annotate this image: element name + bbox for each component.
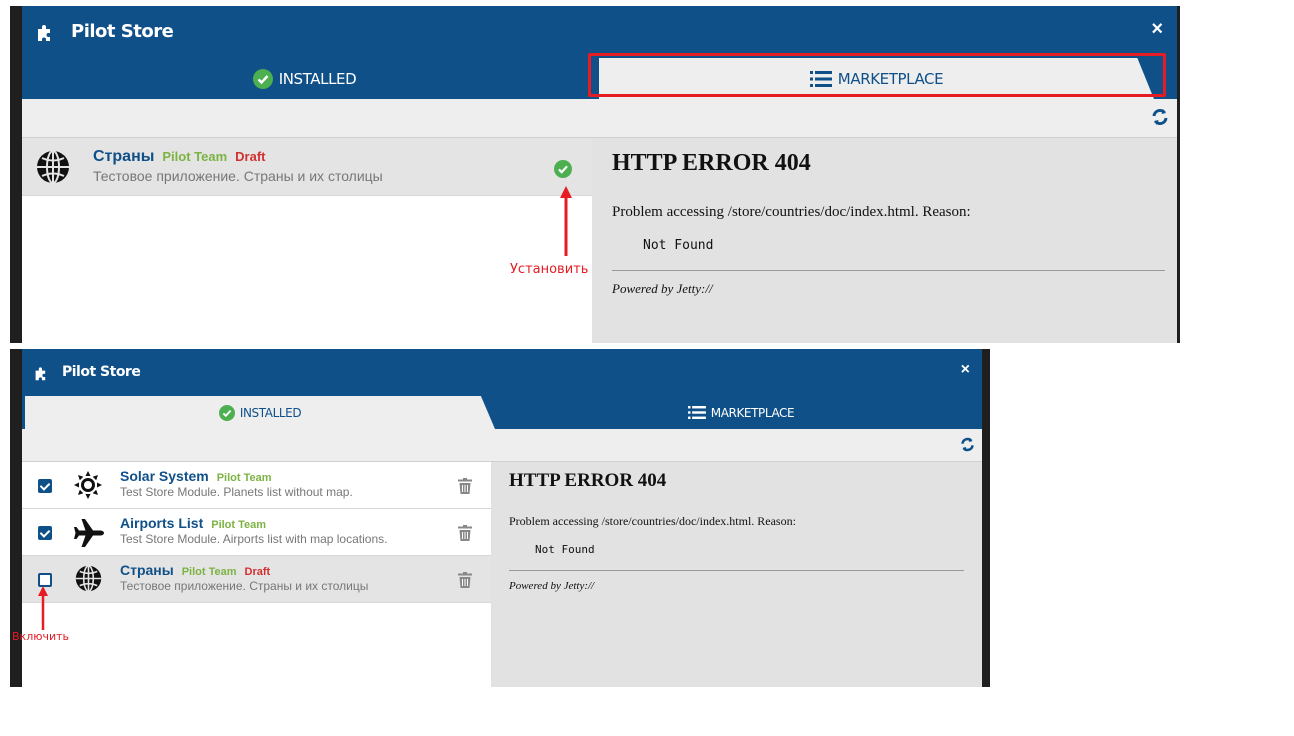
item-description: Тестовое приложение. Страны и их столицы [93,168,383,184]
enable-checkbox[interactable] [38,526,52,540]
divider [612,270,1165,271]
tab-installed-label: INSTALLED [278,69,357,88]
item-title: Airports List Pilot Team [120,515,266,531]
list-item[interactable]: Airports List Pilot Team Test Store Modul… [22,509,491,556]
puzzle-icon [35,367,46,381]
enable-checkbox[interactable] [38,479,52,493]
list-item[interactable]: Страны Pilot Team Draft Тестовое приложени… [22,556,491,603]
refresh-icon[interactable] [1151,108,1169,126]
error-reason: Not Found [535,543,595,556]
item-status: Draft [235,149,266,164]
window-title: Pilot Store [71,21,174,42]
item-title: Страны Pilot Team Draft [120,562,270,578]
window-title: Pilot Store [62,364,141,380]
item-name: Страны [93,148,155,165]
check-circle-icon [252,68,273,89]
item-author: Pilot Team [216,472,272,484]
toolbar [22,99,1177,138]
tab-installed-label: INSTALLED [239,405,302,420]
powered-by: Powered by Jetty:// [509,580,595,592]
toolbar [22,429,982,462]
error-problem: Problem accessing /store/countries/doc/i… [612,204,971,220]
pilot-store-window: Pilot Store × INSTALLED MARKETPLACE [22,349,982,687]
powered-by: Powered by Jetty:// [612,281,713,296]
error-heading: HTTP ERROR 404 [509,470,667,491]
item-author: Pilot Team [181,566,237,578]
documentation-panel: HTTP ERROR 404 Problem accessing /store/… [491,462,982,687]
item-author: Pilot Team [162,149,228,164]
close-button[interactable]: × [1151,18,1163,41]
error-problem: Problem accessing /store/countries/doc/i… [509,514,796,528]
item-description: Тестовое приложение. Страны и их столицы [120,579,369,593]
refresh-icon[interactable] [960,437,975,452]
error-reason: Not Found [643,238,714,253]
installed-list: Solar System Pilot Team Test Store Module… [22,462,491,687]
tab-marketplace[interactable]: MARKETPLACE [500,396,982,429]
title-bar: Pilot Store × INSTALLED MARKETPLACE [22,349,982,429]
trash-icon[interactable] [458,525,472,541]
trash-icon[interactable] [458,572,472,588]
globe-icon [37,150,69,184]
item-name: Страны [120,562,174,578]
bottom-screenshot: Pilot Store × INSTALLED MARKETPLACE Sola… [10,349,990,687]
sun-icon [74,471,102,499]
annotation-enable: Включить [12,630,70,643]
item-title: Страны Pilot Team Draft [93,148,266,166]
check-circle-icon[interactable] [554,160,572,178]
divider [509,570,964,571]
annotation-arrow [38,586,48,630]
item-name: Airports List [120,515,204,531]
annotation-arrow [560,186,572,256]
trash-icon[interactable] [458,478,472,494]
item-author: Pilot Team [211,519,267,531]
list-icon [687,406,706,419]
installed-list: Страны Pilot Team Draft Тестовое приложени… [22,138,592,343]
puzzle-icon [38,25,50,41]
item-description: Test Store Module. Planets list without … [120,485,353,499]
item-title: Solar System Pilot Team [120,468,272,484]
annotation-install: Установить [510,262,589,277]
close-button[interactable]: × [961,361,970,379]
airplane-icon [74,519,104,547]
tab-installed[interactable]: INSTALLED [25,396,495,429]
tab-marketplace-label: MARKETPLACE [710,405,795,420]
highlight-box [588,53,1166,97]
error-heading: HTTP ERROR 404 [612,150,811,176]
check-circle-icon [218,404,235,421]
documentation-panel: HTTP ERROR 404 Problem accessing /store/… [592,138,1177,343]
tab-installed[interactable]: INSTALLED [22,58,587,99]
item-description: Test Store Module. Airports list with ma… [120,532,388,546]
item-status: Draft [244,566,271,578]
enable-checkbox[interactable] [38,573,52,587]
list-item[interactable]: Страны Pilot Team Draft Тестовое приложени… [22,138,592,196]
item-name: Solar System [120,468,209,484]
globe-icon [75,565,102,592]
list-item[interactable]: Solar System Pilot Team Test Store Module… [22,462,491,509]
